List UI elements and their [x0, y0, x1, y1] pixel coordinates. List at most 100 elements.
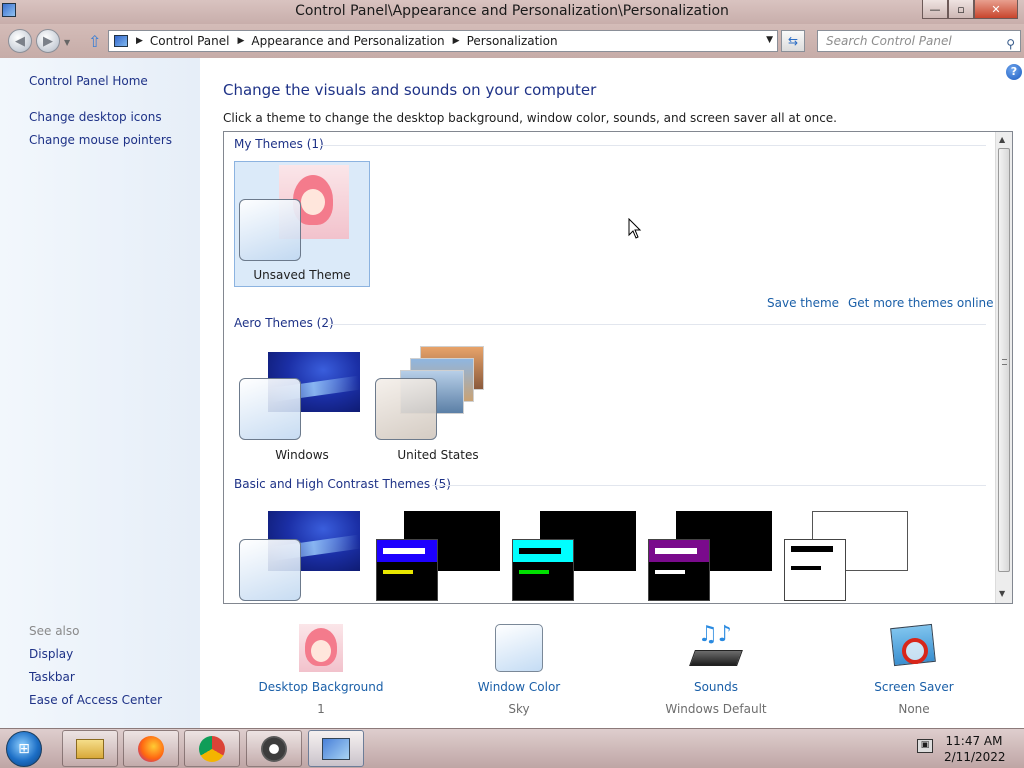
sounds-icon[interactable]: ♫♪ [689, 624, 743, 672]
theme-tile-high-contrast-2[interactable] [506, 501, 642, 603]
taskbar-clock[interactable]: 11:47 AM 2/11/2022 [944, 733, 1006, 765]
desktop-background-item[interactable]: Desktop Background 1 [231, 624, 411, 716]
sidebar-link-ease-of-access[interactable]: Ease of Access Center [29, 693, 162, 707]
back-button[interactable]: ◀ [8, 29, 32, 53]
desktop-background-icon[interactable] [299, 624, 343, 672]
breadcrumb-separator-icon[interactable]: ▶ [136, 36, 143, 46]
window-title: Control Panel\Appearance and Personaliza… [295, 3, 729, 19]
theme-tile-united-states[interactable]: United States [370, 340, 506, 466]
control-panel-icon [114, 35, 128, 47]
back-arrow-icon: ◀ [15, 33, 25, 49]
desktop-background-link[interactable]: Desktop Background [231, 680, 411, 694]
search-placeholder: Search Control Panel [826, 34, 952, 48]
file-explorer-icon [76, 738, 104, 759]
text-sample [519, 570, 549, 574]
text-sample [791, 566, 821, 570]
breadcrumb-personalization[interactable]: Personalization [467, 34, 558, 48]
sidebar-link-display[interactable]: Display [29, 647, 73, 661]
theme-tile-high-contrast-1[interactable] [370, 501, 506, 603]
clock-time: 11:47 AM [945, 734, 1003, 748]
group-label-basic-themes[interactable]: Basic and High Contrast Themes (5) [234, 477, 451, 491]
sidebar-link-control-panel-home[interactable]: Control Panel Home [29, 74, 148, 88]
taskbar-chrome[interactable] [184, 730, 240, 767]
sidebar-link-change-mouse-pointers[interactable]: Change mouse pointers [29, 133, 172, 147]
taskbar-settings[interactable] [246, 730, 302, 767]
taskbar-firefox[interactable] [123, 730, 179, 767]
breadcrumb-separator-icon[interactable]: ▶ [238, 36, 245, 46]
close-button[interactable]: ✕ [974, 0, 1018, 19]
up-arrow-icon[interactable]: ⇧ [88, 32, 104, 51]
theme-tile-high-contrast-white[interactable] [778, 501, 914, 603]
window-color-swatch [239, 539, 301, 601]
help-icon[interactable]: ? [1006, 64, 1022, 80]
themes-scrollbar[interactable]: ▲ ▼ [995, 132, 1012, 603]
sounds-item[interactable]: ♫♪ Sounds Windows Default [626, 624, 806, 717]
group-label-aero-themes[interactable]: Aero Themes (2) [234, 316, 334, 330]
screen-saver-link[interactable]: Screen Saver [824, 680, 1004, 694]
theme-tile-unsaved[interactable]: Unsaved Theme [234, 161, 370, 287]
window-color-swatch [375, 378, 437, 440]
text-sample [383, 570, 413, 574]
mouse-cursor-icon [628, 218, 642, 239]
title-bar-sample [519, 548, 561, 554]
window-color-swatch [239, 378, 301, 440]
scrollbar-thumb[interactable] [998, 148, 1010, 572]
sounds-link[interactable]: Sounds [626, 680, 806, 694]
minimize-button[interactable]: — [922, 0, 948, 19]
windows-logo-icon: ⊞ [18, 741, 30, 757]
firefox-icon [138, 735, 164, 762]
clock-date: 2/11/2022 [944, 750, 1006, 764]
window-color-icon[interactable] [495, 624, 543, 672]
theme-tile-windows[interactable]: Windows [234, 340, 370, 466]
taskbar: ⊞ ▣ 11:47 AM 2/11/2022 [0, 728, 1024, 768]
window-color-link[interactable]: Window Color [429, 680, 609, 694]
window-color-swatch [784, 539, 846, 601]
group-label-my-themes[interactable]: My Themes (1) [234, 137, 324, 151]
title-bar-sample [655, 548, 697, 554]
maximize-button[interactable]: ▫ [948, 0, 974, 19]
window-color-swatch [376, 539, 438, 601]
anime-face-image [301, 189, 325, 215]
recent-pages-dropdown[interactable]: ▼ [64, 38, 70, 47]
see-also-heading: See also [29, 624, 80, 638]
desktop-background-value: 1 [317, 702, 325, 716]
window-color-swatch [512, 539, 574, 601]
breadcrumb-appearance[interactable]: Appearance and Personalization [251, 34, 444, 48]
theme-tile-windows-basic[interactable] [234, 501, 370, 603]
refresh-button[interactable]: ⇆ [781, 30, 805, 52]
get-more-themes-link[interactable]: Get more themes online [848, 296, 994, 310]
search-input[interactable]: Search Control Panel ⚲ [817, 30, 1021, 52]
taskbar-file-explorer[interactable] [62, 730, 118, 767]
title-bar-sample [791, 546, 833, 552]
breadcrumb-control-panel[interactable]: Control Panel [150, 34, 230, 48]
forward-button[interactable]: ▶ [36, 29, 60, 53]
start-button[interactable]: ⊞ [6, 731, 42, 767]
anime-face-image [311, 640, 331, 662]
breadcrumb-separator-icon[interactable]: ▶ [453, 36, 460, 46]
search-icon[interactable]: ⚲ [1006, 34, 1015, 54]
window-color-swatch [239, 199, 301, 261]
address-dropdown-icon[interactable]: ▼ [766, 35, 773, 45]
text-sample [655, 570, 685, 574]
window-color-value: Sky [508, 702, 530, 716]
screen-saver-icon[interactable] [890, 623, 938, 672]
sidebar-link-change-desktop-icons[interactable]: Change desktop icons [29, 110, 162, 124]
group-divider [432, 485, 986, 486]
scroll-down-icon[interactable]: ▼ [999, 589, 1005, 598]
content-area: Control Panel Home Change desktop icons … [0, 58, 1024, 728]
taskbar-control-panel[interactable] [308, 730, 364, 767]
network-icon[interactable]: ▣ [917, 739, 933, 753]
save-theme-link[interactable]: Save theme [767, 296, 839, 310]
forward-arrow-icon: ▶ [43, 33, 53, 49]
screen-saver-item[interactable]: Screen Saver None [824, 623, 1004, 716]
theme-name: Unsaved Theme [253, 268, 351, 282]
navigation-bar: ◀ ▶ ▼ ⇧ ▶ Control Panel ▶ Appearance and… [0, 24, 1024, 58]
no-symbol-icon [902, 638, 928, 664]
group-divider [328, 324, 986, 325]
window-color-item[interactable]: Window Color Sky [429, 624, 609, 716]
refresh-icon: ⇆ [787, 34, 799, 48]
scroll-up-icon[interactable]: ▲ [999, 135, 1005, 144]
address-bar[interactable]: ▶ Control Panel ▶ Appearance and Persona… [108, 30, 778, 52]
sidebar-link-taskbar[interactable]: Taskbar [29, 670, 75, 684]
theme-tile-high-contrast-black[interactable] [642, 501, 778, 603]
